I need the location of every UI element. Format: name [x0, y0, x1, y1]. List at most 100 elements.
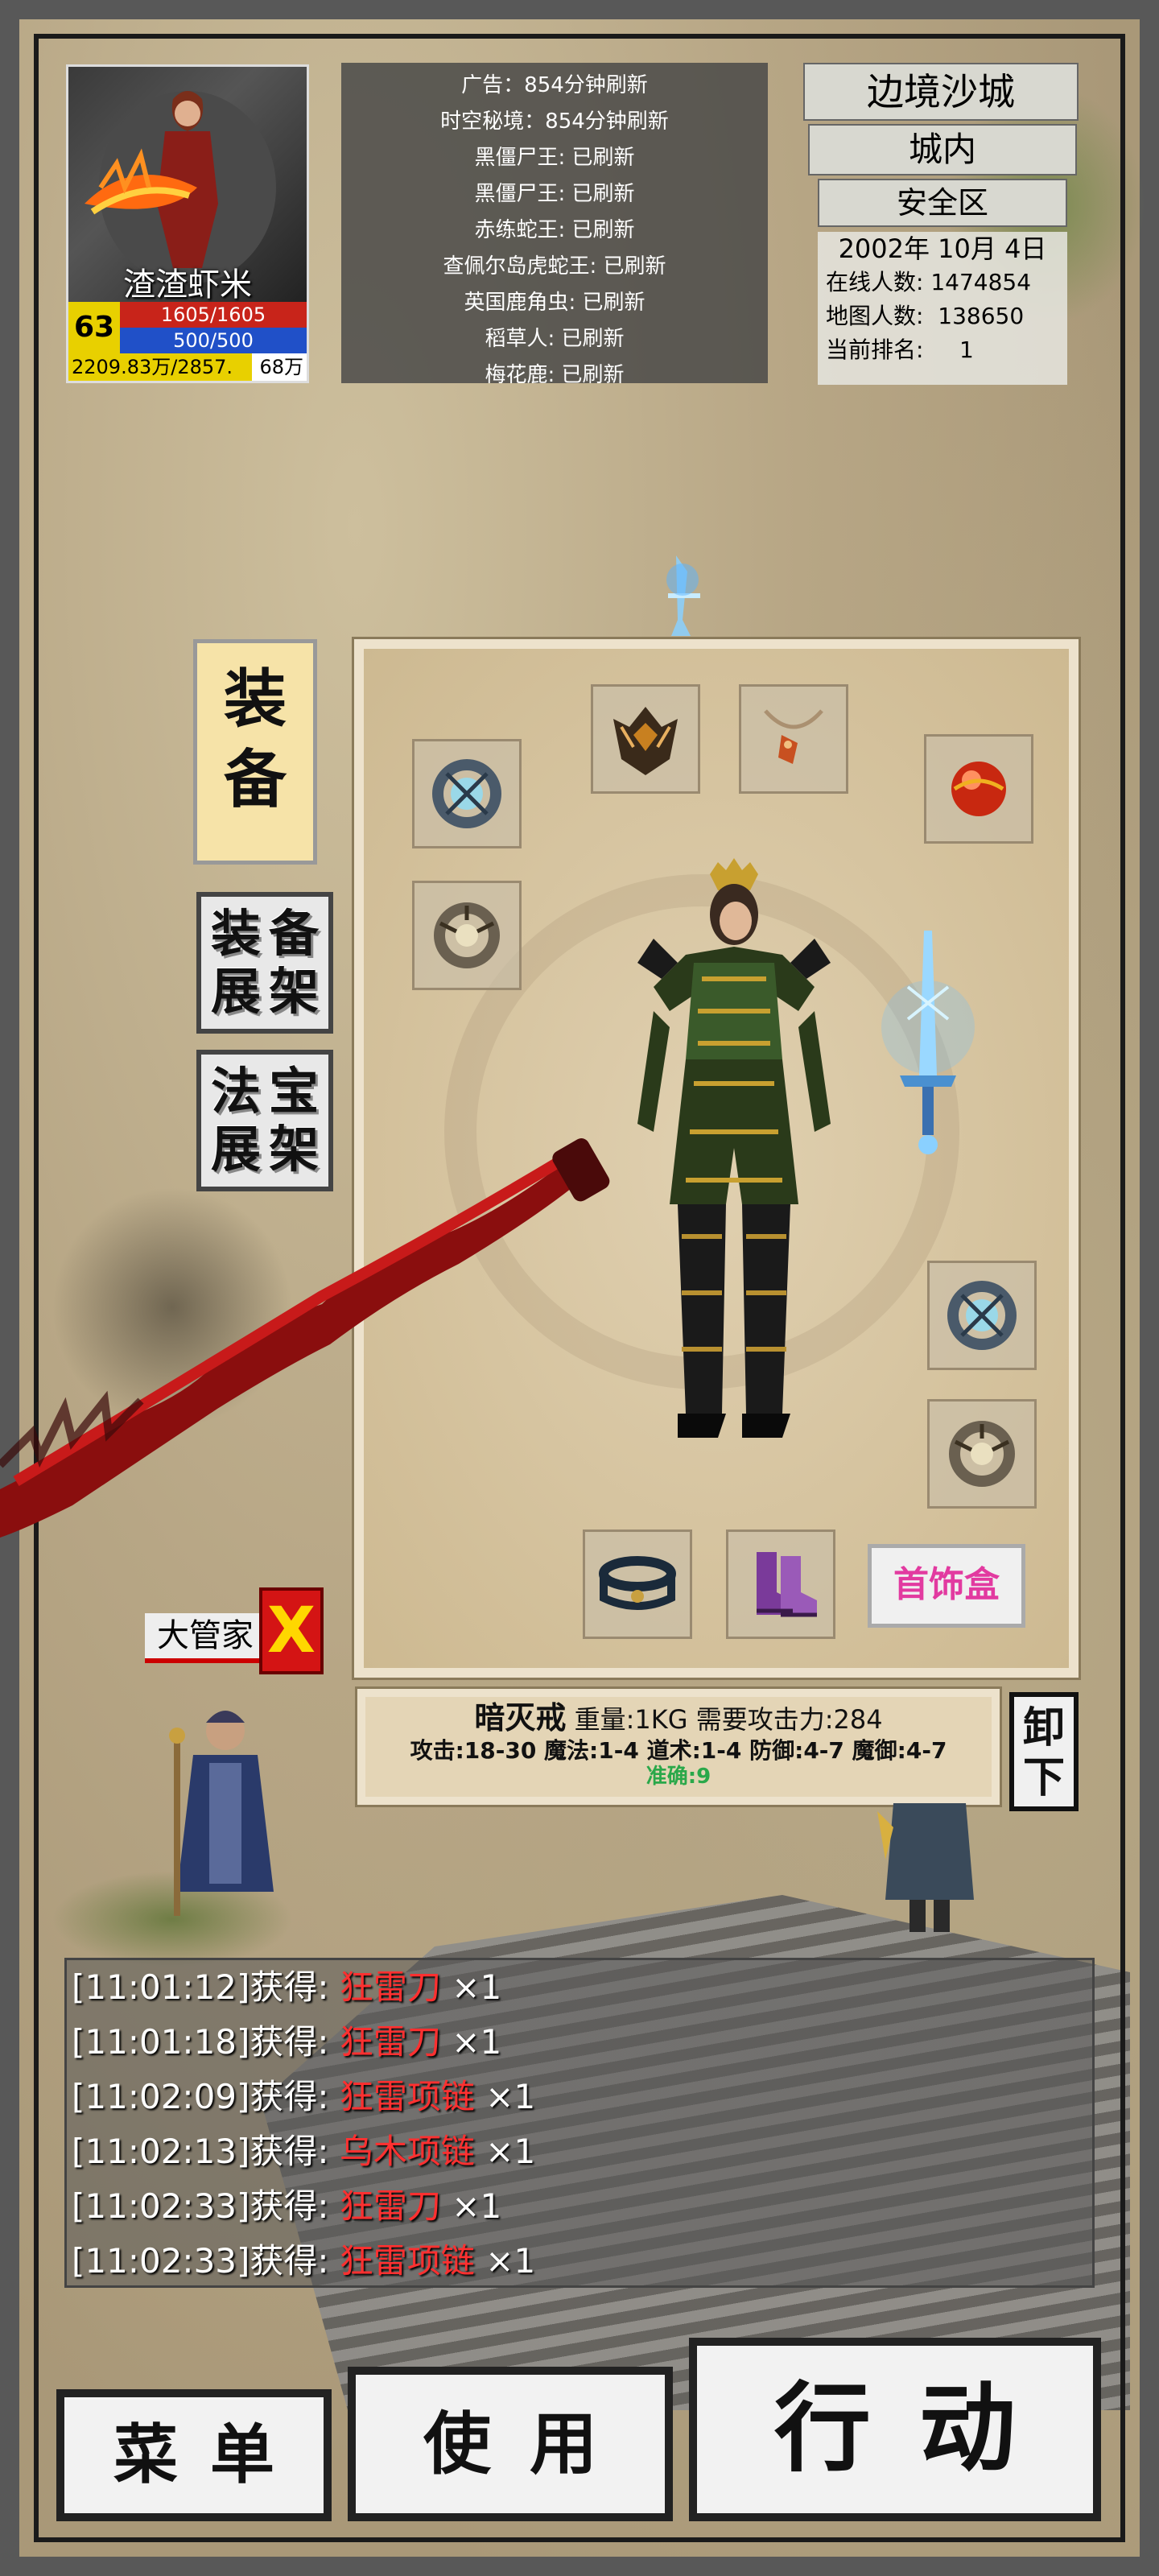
log-quantity: ×1 [440, 2186, 502, 2226]
log-item-name: 狂雷刀 [339, 2186, 441, 2226]
slot-boots[interactable] [726, 1530, 835, 1639]
log-item-name: 狂雷项链 [339, 2241, 475, 2281]
helmet-icon [613, 707, 678, 775]
slot-ring-right[interactable] [927, 1399, 1037, 1509]
log-item-name: 狂雷刀 [339, 2022, 441, 2062]
online-label: 在线人数: [826, 269, 924, 295]
log-entry: [11:01:12]获得: 狂雷刀 ×1 [67, 1960, 1092, 2015]
accessory-box-button[interactable]: 首饰盒 [868, 1544, 1025, 1628]
unequip-char1: 卸 [1022, 1704, 1065, 1752]
exp-text: 2209.83万/2857. [72, 356, 233, 378]
boss-refresh-item: 赤练蛇王: 已刷新 [474, 218, 635, 242]
button-char: 法 [210, 1062, 261, 1121]
log-time: [11:02:09]获得: [72, 2077, 340, 2116]
log-entry: [11:02:33]获得: 狂雷刀 ×1 [67, 2179, 1092, 2234]
item-header: 暗灭戒 重量:1KG 需要攻击力:284 [365, 1700, 992, 1737]
boss-refresh-item: 时空秘境：854分钟刷新 [440, 109, 669, 134]
ring-icon [434, 902, 500, 968]
use-button[interactable]: 使用 [348, 2367, 673, 2521]
log-time: [11:01:12]获得: [72, 1967, 340, 2007]
tab-equipment-char1: 装 [223, 663, 287, 736]
boss-refresh-item: 梅花鹿: 已刷新 [485, 363, 625, 383]
boots-icon [757, 1552, 817, 1617]
slot-necklace[interactable] [739, 684, 848, 794]
loot-log-list: [11:01:12]获得: 狂雷刀 ×1 [11:01:18]获得: 狂雷刀 ×1… [67, 1960, 1092, 2289]
bracelet-icon [432, 759, 501, 828]
floating-staff-icon [666, 555, 700, 636]
ring-icon [949, 1421, 1015, 1487]
character-name: 渣渣虾米 [123, 266, 252, 303]
location-panel: 边境沙城 城内 安全区 2002年 10月 4日 在线人数: 1474854 地… [795, 63, 1093, 385]
item-name: 暗灭戒 [474, 1700, 567, 1736]
log-time: [11:01:18]获得: [72, 2022, 340, 2062]
unequip-button[interactable]: 卸 下 [1009, 1692, 1079, 1811]
server-info: 2002年 10月 4日 在线人数: 1474854 地图人数: 138650 … [818, 232, 1067, 385]
bracelet-icon [947, 1281, 1017, 1350]
npc-name-label[interactable]: 大管家 [145, 1613, 266, 1663]
unequip-char2: 下 [1022, 1754, 1065, 1802]
boss-refresh-item: 稻草人: 已刷新 [485, 327, 625, 351]
log-quantity: ×1 [474, 2132, 536, 2171]
current-rank: 当前排名: 1 [818, 333, 1067, 367]
log-quantity: ×1 [440, 1967, 502, 2007]
equipment-display-button[interactable]: 装 备 展 架 [196, 892, 333, 1034]
online-value: 1474854 [930, 269, 1032, 295]
menu-button[interactable]: 菜单 [56, 2389, 332, 2521]
boss-list: 广告：854分钟刷新 时空秘境：854分钟刷新 黑僵尸王: 已刷新 黑僵尸王: 已刷新… [341, 63, 768, 383]
boss-refresh-item: 英国鹿角虫: 已刷新 [464, 291, 645, 315]
slot-ring-left[interactable] [412, 881, 522, 990]
mp-bar: 500/500 [120, 328, 307, 353]
city-name: 边境沙城 [803, 63, 1079, 121]
slot-helmet[interactable] [591, 684, 700, 794]
blood-sword-icon [0, 1138, 610, 1538]
log-quantity: ×1 [474, 2077, 536, 2116]
character-figure [637, 858, 831, 1438]
exp-unit: 68万 [259, 356, 303, 378]
log-quantity: ×1 [440, 2022, 502, 2062]
button-char: 宝 [268, 1062, 319, 1121]
boss-refresh-item: 黑僵尸王: 已刷新 [474, 182, 635, 206]
item-weight-requirement: 重量:1KG 需要攻击力:284 [566, 1704, 883, 1735]
slot-belt[interactable] [583, 1530, 692, 1639]
action-button[interactable]: 行动 [689, 2338, 1101, 2521]
weapon-slot-icon[interactable] [876, 923, 980, 1164]
boss-refresh-item: 广告：854分钟刷新 [461, 73, 648, 97]
log-entry: [11:01:18]获得: 狂雷刀 ×1 [67, 2015, 1092, 2070]
log-quantity: ×1 [474, 2241, 536, 2281]
rank-label: 当前排名: [826, 336, 924, 363]
slot-orb[interactable] [924, 734, 1033, 844]
map-count: 地图人数: 138650 [818, 299, 1067, 333]
character-card[interactable]: 渣渣虾米 63 1605/1605 500/500 2209.83万/2857.… [66, 64, 309, 383]
log-time: [11:02:33]获得: [72, 2186, 340, 2226]
loot-log-panel[interactable]: [11:01:12]获得: 狂雷刀 ×1 [11:01:18]获得: 狂雷刀 ×1… [64, 1958, 1095, 2288]
button-char: 展 [210, 962, 261, 1021]
log-item-name: 狂雷项链 [339, 2077, 475, 2116]
close-button[interactable]: X [259, 1587, 324, 1674]
belt-icon [599, 1556, 676, 1610]
log-time: [11:02:33]获得: [72, 2241, 340, 2281]
online-count: 在线人数: 1474854 [818, 266, 1067, 299]
tab-equipment-char2: 备 [223, 744, 287, 816]
log-item-name: 狂雷刀 [339, 1967, 441, 2007]
slot-bracelet-right[interactable] [927, 1261, 1037, 1370]
boss-refresh-item: 黑僵尸王: 已刷新 [474, 146, 635, 170]
steward-npc-icon[interactable] [161, 1690, 290, 1916]
rank-value: 1 [959, 336, 974, 363]
button-char: 备 [268, 904, 319, 963]
slot-bracelet-left[interactable] [412, 739, 522, 848]
item-stats: 攻击:18-30 魔法:1-4 道术:1-4 防御:4-7 魔御:4-7 [410, 1737, 947, 1764]
item-detail-panel: 暗灭戒 重量:1KG 需要攻击力:284 攻击:18-30 魔法:1-4 道术:… [357, 1689, 1000, 1805]
guard-npc-icon [877, 1803, 974, 1932]
zone-name: 安全区 [818, 179, 1067, 227]
area-name: 城内 [808, 124, 1077, 175]
button-char: 装 [210, 904, 261, 963]
log-entry: [11:02:13]获得: 乌木项链 ×1 [67, 2124, 1092, 2179]
orb-icon [951, 762, 1006, 816]
log-entry: [11:02:33]获得: 狂雷项链 ×1 [67, 2234, 1092, 2289]
tab-equipment[interactable]: 装 备 [193, 639, 317, 865]
boss-refresh-panel[interactable]: 广告：854分钟刷新 时空秘境：854分钟刷新 黑僵尸王: 已刷新 黑僵尸王: 已刷新… [341, 63, 768, 383]
item-accuracy: 准确:9 [645, 1765, 711, 1789]
level-badge: 63 [68, 302, 120, 353]
log-time: [11:02:13]获得: [72, 2132, 340, 2171]
necklace-icon [764, 709, 823, 764]
